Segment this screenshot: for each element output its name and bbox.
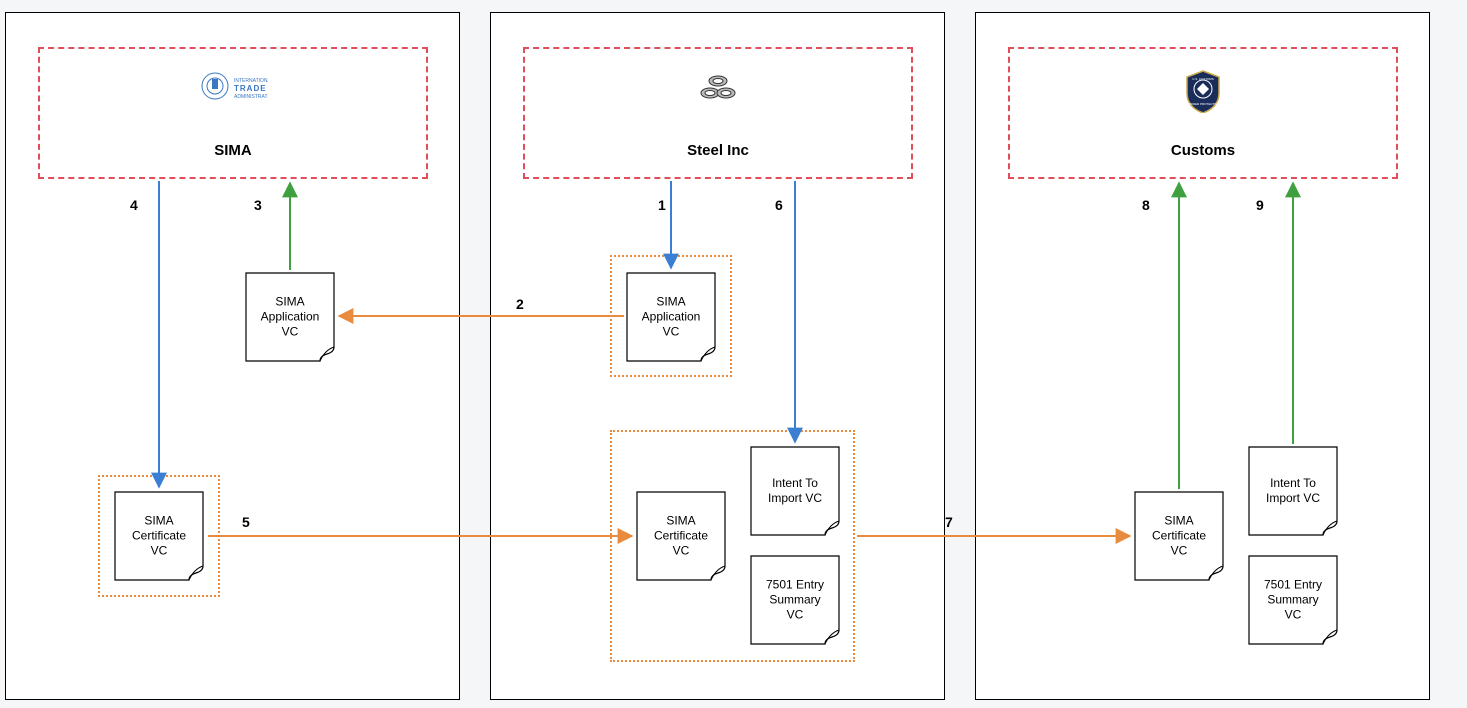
step-8: 8 (1142, 197, 1150, 213)
doc-label: Intent ToImport VC (750, 476, 840, 506)
step-2: 2 (516, 296, 524, 312)
doc-sima-app-mid: SIMAApplicationVC (626, 272, 716, 362)
doc-7501-right: 7501 EntrySummaryVC (1248, 555, 1338, 645)
diagram-canvas: INTERNATIONAL TRADE ADMINISTRATION SIMA … (0, 0, 1467, 708)
org-title-steel: Steel Inc (525, 142, 911, 159)
doc-label: SIMACertificateVC (636, 514, 726, 559)
step-3: 3 (254, 197, 262, 213)
doc-label: 7501 EntrySummaryVC (750, 578, 840, 623)
doc-7501-mid: 7501 EntrySummaryVC (750, 555, 840, 645)
step-4: 4 (130, 197, 138, 213)
step-7: 7 (945, 514, 953, 530)
step-9: 9 (1256, 197, 1264, 213)
svg-text:TRADE: TRADE (234, 84, 267, 93)
doc-sima-cert-mid: SIMACertificateVC (636, 491, 726, 581)
doc-label: SIMACertificateVC (114, 514, 204, 559)
doc-label: SIMACertificateVC (1134, 514, 1224, 559)
org-box-steel: Steel Inc (523, 47, 913, 179)
doc-intent-mid: Intent ToImport VC (750, 446, 840, 536)
org-box-sima: INTERNATIONAL TRADE ADMINISTRATION SIMA (38, 47, 428, 179)
ita-trade-logo-icon: INTERNATIONAL TRADE ADMINISTRATION (198, 69, 268, 108)
doc-intent-right: Intent ToImport VC (1248, 446, 1338, 536)
doc-label: Intent ToImport VC (1248, 476, 1338, 506)
svg-text:BORDER PROTECTION: BORDER PROTECTION (1186, 102, 1219, 106)
doc-label: SIMAApplicationVC (626, 295, 716, 340)
step-6: 6 (775, 197, 783, 213)
steel-pipes-icon (696, 69, 740, 110)
org-box-customs: U.S. CUSTOMS BORDER PROTECTION Customs (1008, 47, 1398, 179)
svg-text:ADMINISTRATION: ADMINISTRATION (234, 94, 268, 100)
step-5: 5 (242, 514, 250, 530)
customs-badge-icon: U.S. CUSTOMS BORDER PROTECTION (1183, 69, 1223, 118)
doc-sima-cert-left: SIMACertificateVC (114, 491, 204, 581)
doc-sima-cert-right: SIMACertificateVC (1134, 491, 1224, 581)
step-1: 1 (658, 197, 666, 213)
org-title-customs: Customs (1010, 142, 1396, 159)
doc-label: SIMAApplicationVC (245, 295, 335, 340)
svg-text:U.S. CUSTOMS: U.S. CUSTOMS (1192, 77, 1214, 81)
org-title-sima: SIMA (40, 142, 426, 159)
doc-label: 7501 EntrySummaryVC (1248, 578, 1338, 623)
doc-sima-app-left: SIMAApplicationVC (245, 272, 335, 362)
